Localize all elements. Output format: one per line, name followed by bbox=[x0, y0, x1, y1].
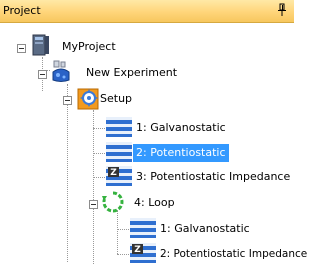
tree-connector bbox=[93, 128, 107, 129]
collapse-toggle[interactable] bbox=[63, 96, 72, 105]
step-icon bbox=[106, 117, 132, 137]
collapse-toggle[interactable] bbox=[38, 70, 47, 79]
panel-titlebar[interactable]: Project bbox=[0, 0, 294, 23]
project-panel: Project MyProject New Experiment Setup 1… bbox=[0, 0, 307, 264]
tree-item-new-experiment[interactable]: New Experiment bbox=[86, 66, 177, 80]
flask-icon bbox=[50, 60, 72, 82]
collapse-toggle[interactable] bbox=[17, 44, 26, 53]
tree-item-loop-step-2[interactable]: 2: Potentiostatic Impedance bbox=[160, 247, 307, 261]
gear-icon bbox=[77, 86, 99, 110]
computer-icon bbox=[30, 34, 52, 56]
impedance-step-icon: Z bbox=[130, 243, 156, 263]
tree-connector bbox=[117, 254, 129, 255]
panel-title: Project bbox=[3, 4, 41, 17]
tree-connector bbox=[93, 153, 107, 154]
tree-item-setup[interactable]: Setup bbox=[100, 92, 132, 106]
tree-connector bbox=[117, 210, 118, 254]
impedance-step-icon: Z bbox=[106, 166, 132, 186]
tree-item-loop-step-1[interactable]: 1: Galvanostatic bbox=[160, 222, 250, 236]
step-icon bbox=[106, 142, 132, 162]
tree-item-loop[interactable]: 4: Loop bbox=[134, 196, 175, 210]
collapse-toggle[interactable] bbox=[89, 200, 98, 209]
tree-connector bbox=[93, 177, 107, 178]
tree-connector bbox=[93, 110, 94, 264]
tree-connector bbox=[67, 84, 68, 262]
step-icon bbox=[130, 218, 156, 238]
tree-connector bbox=[117, 229, 129, 230]
tree-item-myproject[interactable]: MyProject bbox=[62, 40, 116, 54]
loop-icon bbox=[101, 190, 124, 213]
tree-item-step-3[interactable]: 3: Potentiostatic Impedance bbox=[136, 170, 290, 184]
svg-text:Z: Z bbox=[134, 245, 141, 255]
project-tree: MyProject New Experiment Setup 1: Galvan… bbox=[0, 22, 307, 264]
tree-item-step-1[interactable]: 1: Galvanostatic bbox=[136, 121, 226, 135]
tree-item-step-2[interactable]: 2: Potentiostatic bbox=[133, 144, 229, 162]
pin-icon[interactable] bbox=[277, 3, 287, 20]
svg-text:Z: Z bbox=[110, 168, 117, 178]
